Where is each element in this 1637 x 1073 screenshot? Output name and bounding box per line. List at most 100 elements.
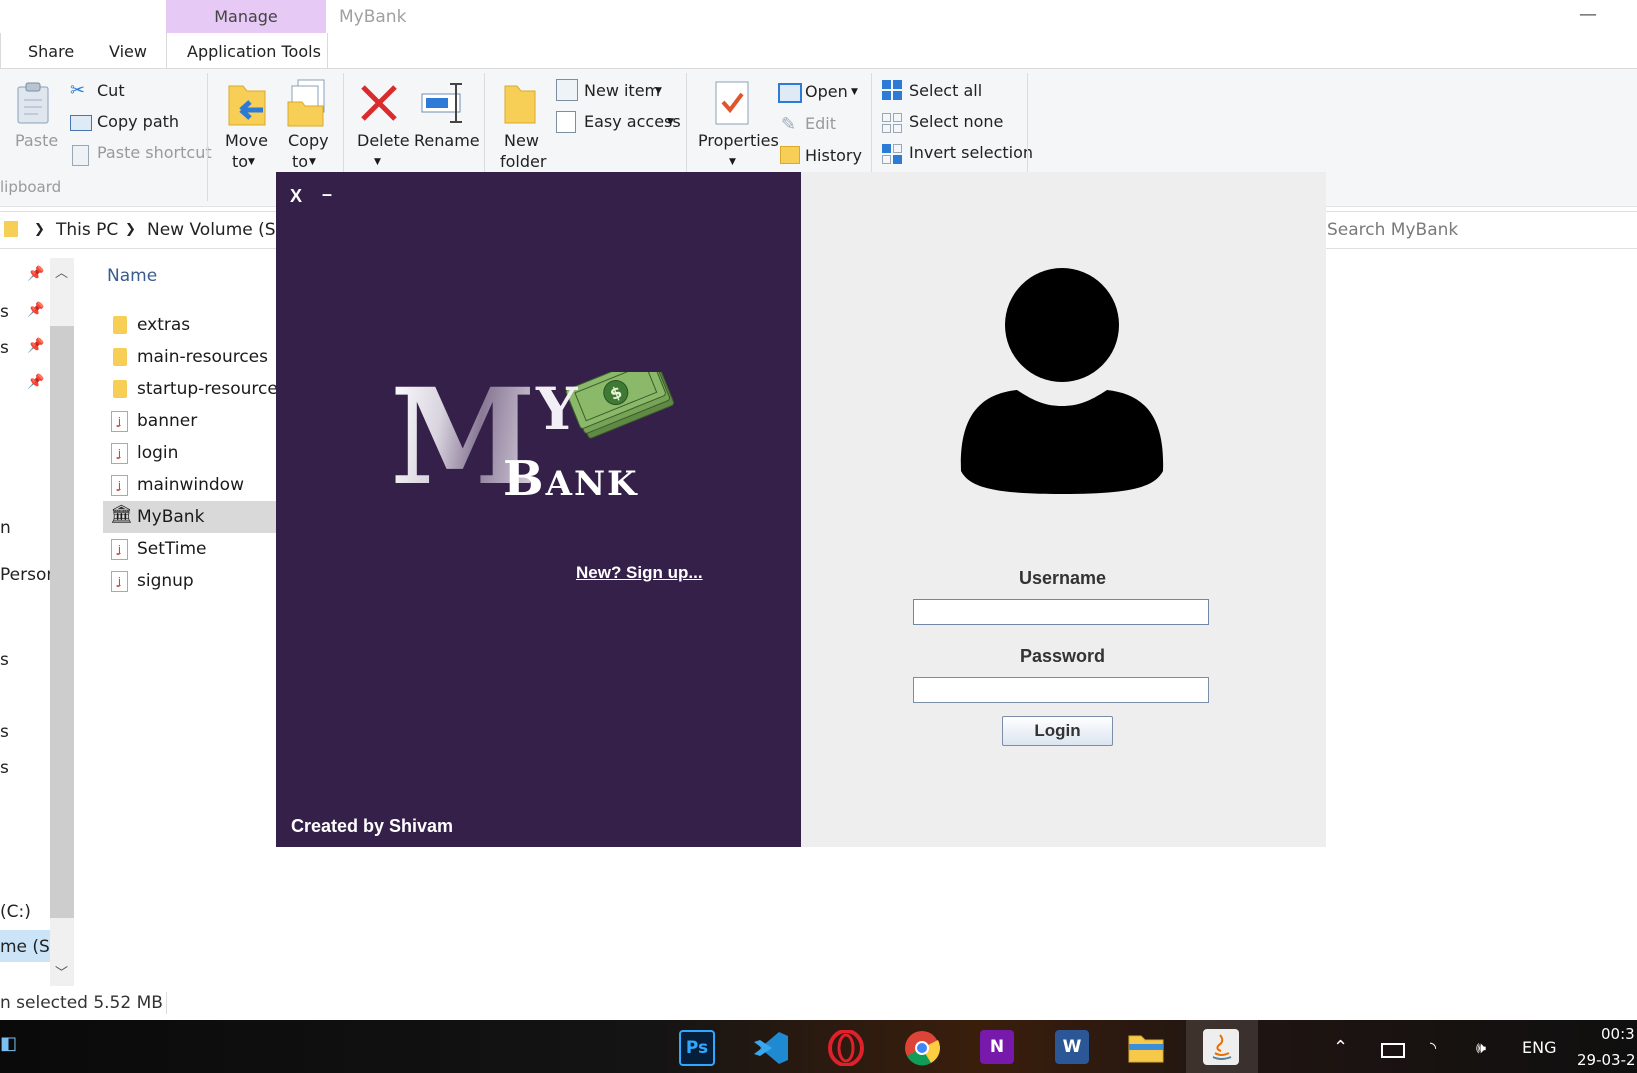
language-indicator[interactable]: ENG <box>1522 1034 1556 1062</box>
move-to-icon <box>225 80 269 128</box>
nav-item[interactable]: s <box>0 650 9 670</box>
list-item[interactable]: ʝ mainwindow <box>103 469 279 501</box>
copy-to-button[interactable]: Copy <box>288 131 329 150</box>
easy-access-caret-icon: ▼ <box>667 117 674 127</box>
pin-icon: 📌 <box>27 302 45 318</box>
nav-item[interactable]: s <box>0 302 9 322</box>
delete-button[interactable]: Delete <box>357 131 410 150</box>
properties-button[interactable]: Properties <box>698 131 779 150</box>
list-item[interactable]: ʝ signup <box>103 565 279 597</box>
edit-button[interactable]: Edit <box>805 114 836 133</box>
password-label: Password <box>1019 646 1106 666</box>
photoshop-icon[interactable]: Ps <box>679 1030 715 1066</box>
copy-to-button-line2[interactable]: to <box>292 152 308 171</box>
folder-icon <box>113 316 127 334</box>
opera-icon[interactable] <box>828 1029 864 1067</box>
tray-date[interactable]: 29-03-2 <box>1577 1051 1636 1069</box>
start-edge-icon[interactable]: ◧ <box>0 1033 17 1054</box>
list-item[interactable]: startup-resources <box>103 373 287 405</box>
column-header-name[interactable]: Name <box>107 266 157 286</box>
breadcrumb-this-pc[interactable]: This PC <box>56 212 118 248</box>
nav-item-c-drive[interactable]: (C:) <box>0 902 31 922</box>
nav-item[interactable]: s <box>0 338 9 358</box>
paste-shortcut-button[interactable]: Paste shortcut <box>97 143 212 162</box>
history-icon <box>780 146 800 164</box>
wifi-icon[interactable]: ◝ <box>1430 1034 1436 1062</box>
file-explorer-icon[interactable] <box>1128 1032 1164 1064</box>
username-label: Username <box>1018 568 1107 588</box>
nav-item[interactable]: s <box>0 722 9 742</box>
app-close-button[interactable]: X <box>290 186 302 207</box>
cut-button[interactable]: Cut <box>97 81 125 100</box>
folder-icon <box>113 380 127 398</box>
properties-icon <box>714 80 750 126</box>
vscode-icon[interactable] <box>752 1030 790 1066</box>
java-icon[interactable] <box>1203 1029 1239 1065</box>
history-button[interactable]: History <box>805 146 862 165</box>
username-input[interactable] <box>913 599 1209 625</box>
pin-icon: 📌 <box>27 266 45 282</box>
list-item[interactable]: main-resources <box>103 341 279 373</box>
tab-view[interactable]: View <box>109 36 147 68</box>
file-name: main-resources <box>137 347 268 367</box>
move-to-button[interactable]: Move <box>225 131 268 150</box>
manage-tab[interactable]: Manage <box>166 0 326 33</box>
new-folder-button[interactable]: New <box>504 131 539 150</box>
rename-icon <box>420 82 466 124</box>
select-all-button[interactable]: Select all <box>909 81 982 100</box>
list-item-selected[interactable]: 🏛 MyBank <box>103 501 279 533</box>
nav-item[interactable]: Person <box>0 565 57 585</box>
volume-icon[interactable]: 🕪 <box>1476 1034 1486 1062</box>
file-name: banner <box>137 411 198 431</box>
invert-selection-button[interactable]: Invert selection <box>909 143 1033 162</box>
tab-share[interactable]: Share <box>28 36 74 68</box>
list-item[interactable]: ʝ login <box>103 437 279 469</box>
nav-item[interactable]: n <box>0 518 11 538</box>
file-name: login <box>137 443 179 463</box>
password-input[interactable] <box>913 677 1209 703</box>
app-minimize-button[interactable]: – <box>322 184 332 205</box>
login-button[interactable]: Login <box>1002 716 1113 746</box>
breadcrumb-new-volume[interactable]: New Volume (S:) <box>147 212 288 248</box>
open-button[interactable]: Open <box>805 82 848 101</box>
new-item-caret-icon: ▼ <box>655 86 662 96</box>
battery-icon[interactable] <box>1381 1043 1405 1058</box>
scroll-down-icon[interactable]: ﹀ <box>55 962 68 981</box>
folder-icon <box>113 348 127 366</box>
copy-path-button[interactable]: Copy path <box>97 112 179 131</box>
new-folder-button-line2[interactable]: folder <box>500 152 546 171</box>
signup-link[interactable]: New? Sign up... <box>576 563 703 583</box>
rename-button[interactable]: Rename <box>414 131 480 150</box>
tray-time[interactable]: 00:3 <box>1601 1025 1635 1043</box>
logo-word-bank: Bank <box>503 451 639 507</box>
breadcrumb-chevron-icon: ❯ <box>34 222 45 237</box>
file-name: extras <box>137 315 191 335</box>
chrome-icon[interactable] <box>904 1030 940 1066</box>
list-item[interactable]: ʝ banner <box>103 405 279 437</box>
nav-scrollbar-thumb[interactable] <box>50 326 74 918</box>
onenote-icon[interactable]: N <box>980 1030 1014 1064</box>
list-item[interactable]: ʝ SetTime <box>103 533 279 565</box>
delete-caret-icon: ▼ <box>374 157 381 167</box>
select-none-button[interactable]: Select none <box>909 112 1003 131</box>
cut-icon: ✂ <box>70 80 86 101</box>
tab-application-tools[interactable]: Application Tools <box>187 36 321 68</box>
window-title: MyBank <box>339 7 407 27</box>
scroll-up-icon[interactable]: ︿ <box>55 262 68 281</box>
java-file-icon: ʝ <box>111 539 128 560</box>
clipboard-group-label: lipboard <box>0 178 62 196</box>
tray-chevron-icon[interactable]: ⌃ <box>1333 1034 1348 1062</box>
java-file-icon: ʝ <box>111 475 128 496</box>
nav-item[interactable]: s <box>0 758 9 778</box>
search-input[interactable]: Search MyBank <box>1327 214 1458 246</box>
word-icon[interactable]: W <box>1055 1030 1089 1064</box>
new-item-button[interactable]: New item <box>584 81 660 100</box>
file-name: MyBank <box>137 507 205 527</box>
move-to-button-line2[interactable]: to <box>232 152 248 171</box>
copy-to-icon <box>286 78 330 128</box>
edit-icon: ✎ <box>781 114 797 135</box>
paste-button[interactable]: Paste <box>15 131 58 150</box>
open-caret-icon: ▼ <box>851 87 858 97</box>
list-item[interactable]: extras <box>103 309 279 341</box>
window-minimize-button[interactable]: — <box>1568 0 1608 33</box>
